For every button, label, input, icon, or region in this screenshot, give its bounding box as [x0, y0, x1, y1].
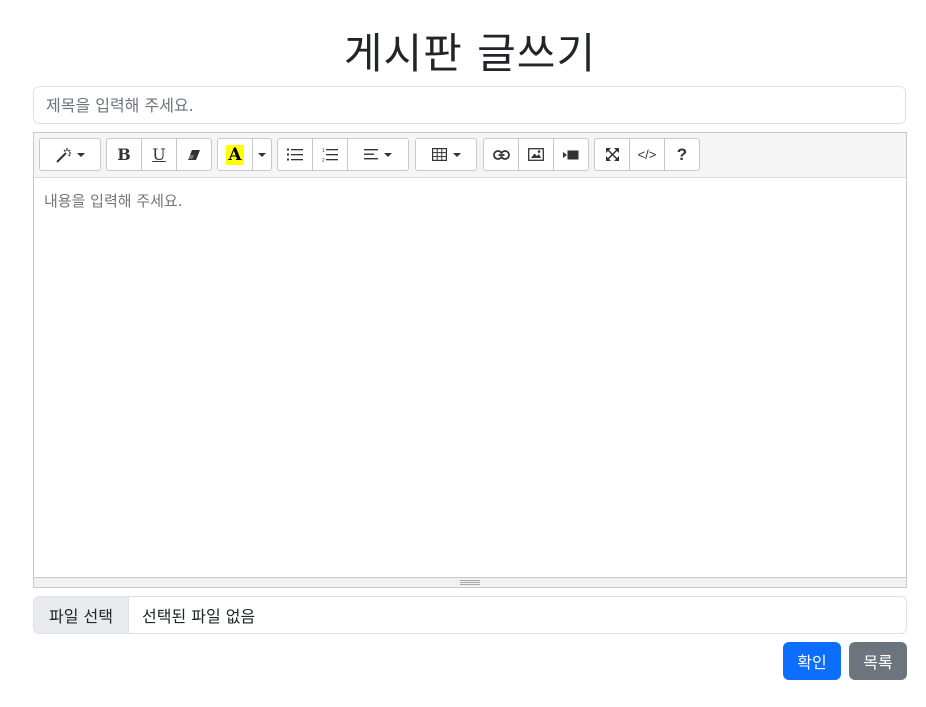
title-input[interactable]: [33, 86, 906, 124]
insert-link-button[interactable]: [483, 138, 519, 171]
code-view-button[interactable]: </>: [629, 138, 665, 171]
unordered-list-button[interactable]: [277, 138, 313, 171]
editor-placeholder: 내용을 입력해 주세요.: [44, 192, 183, 210]
page: 게시판 글쓰기 제목을 입력해 주세요. B U A 1 2 </> ? 내용을…: [0, 0, 926, 707]
toolbar-view-group: </> ?: [594, 138, 700, 171]
underline-button[interactable]: U: [141, 138, 177, 171]
ordered-list-icon: 1 2: [322, 148, 338, 162]
file-input[interactable]: 파일 선택 선택된 파일 없음: [33, 596, 907, 634]
link-icon: [492, 149, 510, 160]
magic-icon: [55, 147, 73, 163]
toolbar-style-group: [39, 138, 101, 171]
chevron-down-icon: [258, 152, 266, 157]
toolbar-font-group: B U: [106, 138, 212, 171]
clear-format-button[interactable]: [176, 138, 212, 171]
fullscreen-icon: [605, 148, 619, 161]
insert-video-button[interactable]: [553, 138, 589, 171]
confirm-button[interactable]: 확인: [783, 642, 841, 680]
unordered-list-icon: [287, 148, 303, 161]
paragraph-align-dropdown-button[interactable]: [347, 138, 409, 171]
toolbar-color-group: A: [217, 138, 272, 171]
list-button[interactable]: 목록: [849, 642, 907, 680]
fullscreen-button[interactable]: [594, 138, 630, 171]
page-title: 게시판 글쓰기: [343, 29, 597, 78]
font-color-icon: A: [226, 144, 244, 165]
toolbar-insert-group: [483, 138, 589, 171]
choose-file-button[interactable]: 파일 선택: [34, 597, 129, 633]
resize-grip-icon: [460, 580, 480, 585]
help-button[interactable]: ?: [664, 138, 700, 171]
ordered-list-button[interactable]: 1 2: [312, 138, 348, 171]
toolbar-para-group: 1 2: [277, 138, 409, 171]
file-status-text: 선택된 파일 없음: [142, 607, 256, 626]
video-icon: [563, 150, 579, 160]
style-dropdown-button[interactable]: [39, 138, 101, 171]
picture-icon: [528, 148, 544, 161]
svg-text:2: 2: [322, 157, 325, 162]
insert-picture-button[interactable]: [518, 138, 554, 171]
editor-resize-bar[interactable]: [34, 577, 906, 587]
align-left-icon: [364, 149, 378, 160]
chevron-down-icon: [452, 152, 461, 157]
bold-button[interactable]: B: [106, 138, 142, 171]
table-icon: [431, 148, 447, 161]
eraser-icon: [187, 149, 201, 161]
table-dropdown-button[interactable]: [415, 138, 477, 171]
editor-toolbar: B U A 1 2 </> ?: [34, 133, 906, 178]
editor-content-area[interactable]: 내용을 입력해 주세요.: [34, 178, 906, 578]
chevron-down-icon: [384, 152, 392, 157]
chevron-down-icon: [77, 152, 85, 157]
svg-text:1: 1: [322, 148, 325, 154]
toolbar-table-group: [415, 138, 477, 171]
font-color-button[interactable]: A: [217, 138, 253, 171]
font-color-dropdown-button[interactable]: [252, 138, 272, 171]
rich-text-editor: B U A 1 2 </> ? 내용을 입력해 주세요.: [33, 132, 907, 588]
